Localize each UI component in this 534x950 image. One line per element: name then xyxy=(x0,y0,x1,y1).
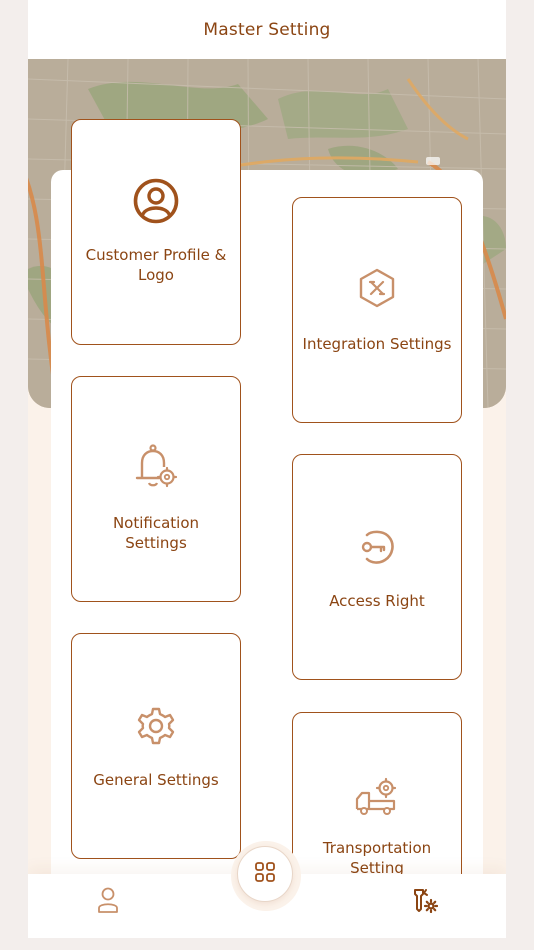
tools-gear-icon xyxy=(414,887,439,917)
customer-profile-card[interactable]: Customer Profile & Logo xyxy=(71,119,241,345)
hexagon-integration-icon xyxy=(353,264,401,312)
user-circle-icon xyxy=(132,177,180,225)
key-icon xyxy=(353,523,401,571)
customer-profile-label: Customer Profile & Logo xyxy=(85,246,227,284)
access-right-card[interactable]: Access Right xyxy=(292,454,462,680)
gear-icon xyxy=(132,702,180,750)
general-settings-label: General Settings xyxy=(93,771,219,789)
general-settings-card[interactable]: General Settings xyxy=(71,633,241,859)
integration-settings-label: Integration Settings xyxy=(302,335,452,353)
person-icon xyxy=(97,886,119,918)
transportation-setting-label: Transportation Setting xyxy=(322,839,432,877)
integration-settings-card[interactable]: Integration Settings xyxy=(292,197,462,423)
page-title: Master Setting xyxy=(203,19,331,40)
home-grid-button[interactable] xyxy=(237,846,293,902)
access-right-label: Access Right xyxy=(329,592,425,610)
profile-nav-button[interactable] xyxy=(88,882,128,922)
grid-icon xyxy=(254,861,276,887)
truck-gear-icon xyxy=(353,773,401,821)
bottom-strip xyxy=(28,938,506,950)
bell-gear-icon xyxy=(132,443,180,491)
app-frame: Master Setting Customer Profile & Logo I… xyxy=(28,0,506,950)
notification-settings-label: Notification Settings xyxy=(112,514,200,552)
settings-nav-button[interactable] xyxy=(406,882,446,922)
header: Master Setting xyxy=(28,0,506,59)
notification-settings-card[interactable]: Notification Settings xyxy=(71,376,241,602)
